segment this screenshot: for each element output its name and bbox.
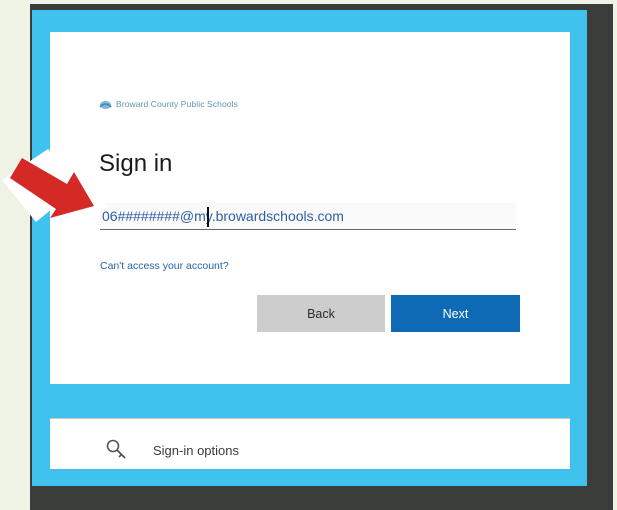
org-name: Broward County Public Schools: [116, 99, 238, 109]
cant-access-account-link[interactable]: Can't access your account?: [100, 260, 229, 272]
key-search-icon: [106, 439, 126, 459]
signin-options-button[interactable]: Sign-in options: [50, 418, 570, 469]
org-logo: Broward County Public Schools: [99, 97, 238, 111]
email-field[interactable]: [100, 203, 516, 230]
signin-card: Broward County Public Schools Sign in Ca…: [50, 32, 570, 384]
page-title: Sign in: [99, 150, 173, 177]
back-button[interactable]: Back: [257, 295, 385, 332]
org-logo-icon: [99, 100, 112, 109]
text-cursor: [207, 207, 209, 227]
red-arrow-annotation: [2, 149, 106, 222]
signin-options-label: Sign-in options: [153, 443, 239, 458]
next-button[interactable]: Next: [391, 295, 520, 332]
options-divider: [50, 418, 570, 419]
